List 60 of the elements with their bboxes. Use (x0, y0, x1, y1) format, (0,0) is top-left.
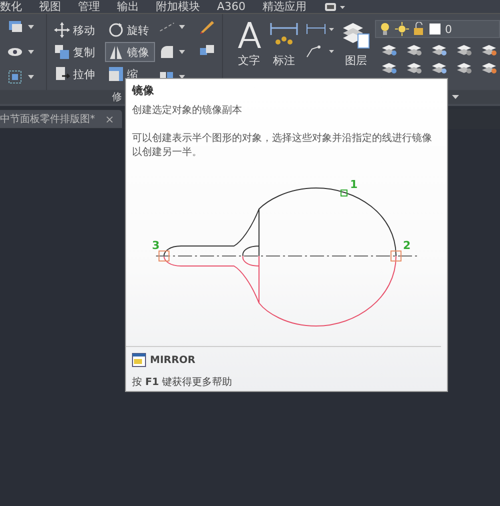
leader-icon[interactable] (305, 44, 335, 58)
copy-icon (54, 44, 70, 60)
layer-tool-icon[interactable] (431, 42, 447, 56)
boxes-icon[interactable] (198, 42, 215, 58)
tool-button[interactable]: 拉伸 (50, 64, 105, 84)
stretch-icon (54, 66, 70, 82)
mirror-icon (108, 44, 124, 60)
point-marker (390, 250, 402, 262)
tool-button[interactable]: 旋转 (104, 20, 155, 40)
point-marker (158, 250, 170, 262)
tooltip-description: 可以创建表示半个图形的对象，选择这些对象并沿指定的线进行镜像以创建另一半。 (132, 132, 433, 160)
layer-name: 0 (445, 22, 452, 36)
help-hint: 按 F1 键获得更多帮助 (132, 376, 234, 389)
menu-item[interactable]: 附加模块 (156, 0, 200, 13)
dropdown-icon[interactable] (324, 2, 346, 12)
scale-icon (108, 66, 124, 82)
color-swatch-icon[interactable] (429, 23, 441, 35)
menu-item[interactable]: 视图 (39, 0, 61, 13)
close-button[interactable]: × (105, 112, 114, 126)
command-icon[interactable] (132, 353, 146, 367)
layer-tool-icon[interactable] (406, 42, 422, 56)
layer-tool-icon[interactable] (381, 60, 397, 74)
tool-button[interactable]: 移动 (50, 20, 105, 40)
sun-icon[interactable] (395, 22, 409, 36)
tooltip-title: 镜像 (132, 83, 155, 98)
dimension-icon[interactable] (305, 22, 335, 36)
tool-button[interactable]: 镜像 (104, 42, 155, 62)
rotate-icon (108, 22, 124, 38)
layer-tool-icon[interactable] (481, 42, 497, 56)
layers-icon[interactable] (341, 20, 371, 50)
point-label: 1 (350, 178, 358, 191)
lock-icon[interactable] (413, 22, 425, 36)
menu-item[interactable]: A360 (217, 0, 246, 13)
bulb-icon[interactable] (379, 22, 391, 36)
point-label: 2 (403, 239, 411, 252)
layer-tool-icon[interactable] (481, 60, 497, 74)
layer-tool-icon[interactable] (381, 42, 397, 56)
layer-tool-icon[interactable] (431, 60, 447, 74)
menu-item[interactable]: 管理 (78, 0, 100, 13)
move-icon (54, 22, 70, 38)
command-name: MIRROR (150, 354, 196, 366)
letter-a-icon[interactable] (235, 20, 263, 50)
tool-label[interactable]: 文字 (238, 53, 260, 68)
tooltip-summary: 创建选定对象的镜像副本 (132, 104, 243, 118)
point-marker (340, 190, 348, 196)
file-tab[interactable]: 中节面板零件排版图* × (0, 110, 122, 128)
tool-label[interactable]: 图层 (345, 53, 367, 68)
point-label: 3 (152, 239, 160, 252)
layer-tool-icon[interactable] (456, 60, 472, 74)
layer-tool-icon[interactable] (456, 42, 472, 56)
tab-label[interactable]: 中节面板零件排版图* (0, 112, 95, 126)
tool-label[interactable]: 标注 (273, 53, 295, 68)
menu-item[interactable]: 输出 (117, 0, 139, 13)
tool-button[interactable]: 复制 (50, 42, 105, 62)
panel-title: 修 (112, 91, 122, 104)
layer-dropdown[interactable]: 0 (375, 20, 500, 38)
pencil-icon[interactable] (198, 18, 215, 34)
menu-item[interactable]: 精选应用 (262, 0, 307, 13)
menu-item[interactable]: 数化 (0, 0, 22, 13)
layer-tool-icon[interactable] (406, 60, 422, 74)
